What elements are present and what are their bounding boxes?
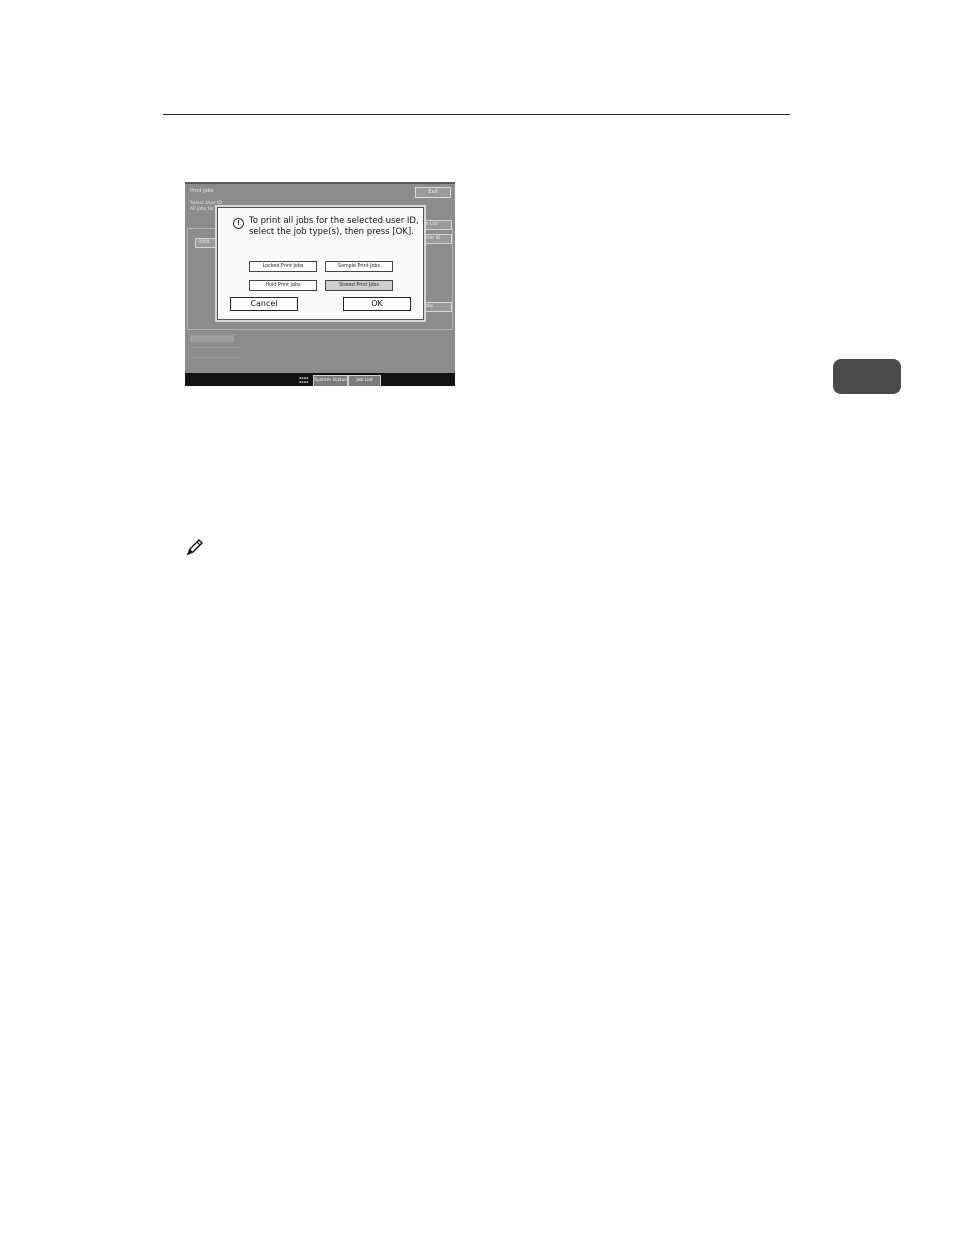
hold-print-jobs-button[interactable]: Hold Print Jobs <box>249 280 317 291</box>
exit-button[interactable]: Exit <box>415 187 451 198</box>
ok-button[interactable]: OK <box>343 297 411 311</box>
info-icon: ! <box>233 218 244 229</box>
lower-bar <box>190 335 234 342</box>
top-strip <box>185 182 455 184</box>
stored-print-jobs-button[interactable]: Stored Print Jobs <box>325 280 393 291</box>
system-status-button[interactable]: System Status <box>313 375 348 386</box>
job-list-button[interactable]: Job List <box>348 375 381 386</box>
lower-line <box>190 347 240 348</box>
print-jobs-dialog: ! To print all jobs for the selected use… <box>217 207 424 320</box>
dialog-line-2: select the job type(s), then press [OK]. <box>249 227 414 237</box>
pencil-note-icon <box>186 539 203 556</box>
search-user-id-button[interactable]: User ID <box>421 234 452 244</box>
lower-line <box>190 357 240 358</box>
control-panel-screenshot: Print Jobs Exit Select User ID. All jobs… <box>185 182 455 386</box>
dialog-message: To print all jobs for the selected user … <box>249 216 419 238</box>
header-rule <box>163 114 790 115</box>
chapter-tab <box>833 359 901 394</box>
print-jobs-button[interactable]: Jobs <box>421 302 452 312</box>
screen-title: Print Jobs <box>190 188 214 194</box>
sample-print-jobs-button[interactable]: Sample Print Jobs <box>325 261 393 272</box>
dialog-line-1: To print all jobs for the selected user … <box>249 216 419 226</box>
status-indicator: ▪▪▪▪ ▪▪▪▪ <box>299 376 309 384</box>
locked-print-jobs-button[interactable]: Locked Print Jobs <box>249 261 317 272</box>
cancel-button[interactable]: Cancel <box>230 297 298 311</box>
print-list-button[interactable]: m List <box>421 220 452 230</box>
